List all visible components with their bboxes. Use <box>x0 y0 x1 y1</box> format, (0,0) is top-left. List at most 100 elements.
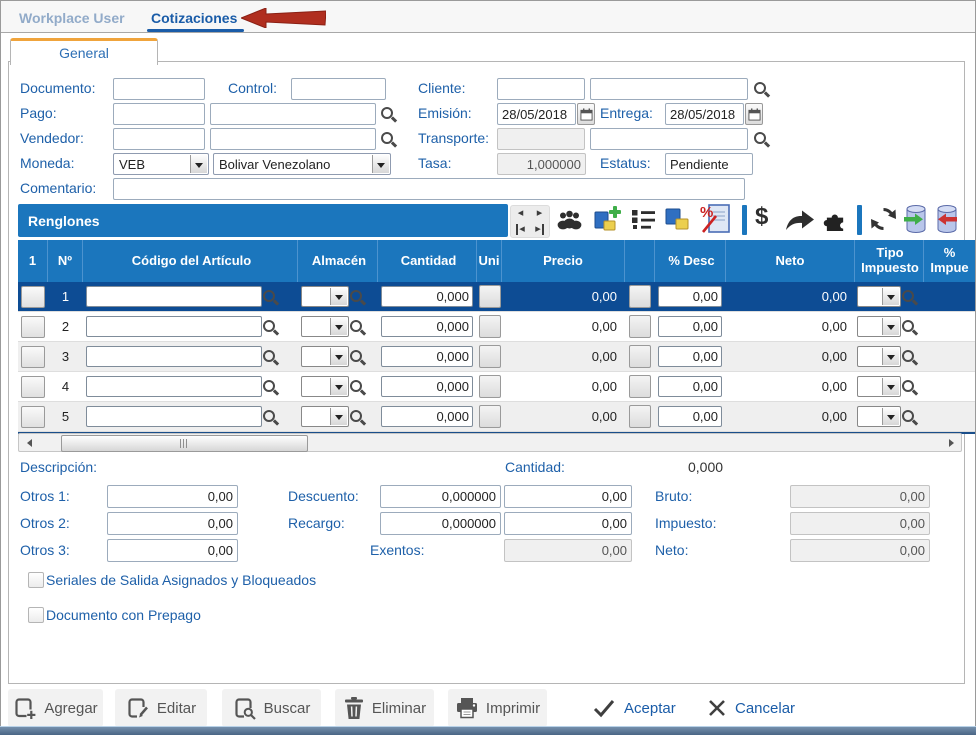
moneda-code-dropdown[interactable]: VEB <box>113 153 209 175</box>
almacen-dropdown[interactable] <box>301 346 349 367</box>
tab-workplace-user[interactable]: Workplace User <box>19 10 125 26</box>
tipo-impuesto-search-icon[interactable] <box>901 289 917 305</box>
chevron-down-icon[interactable] <box>882 318 899 335</box>
desc-pct-input[interactable] <box>658 316 722 337</box>
aceptar-button[interactable]: Aceptar <box>592 689 676 727</box>
transporte-name-input[interactable] <box>590 128 748 150</box>
moneda-name-dropdown[interactable]: Bolivar Venezolano <box>213 153 391 175</box>
desc-pct-input[interactable] <box>658 376 722 397</box>
unidad-cell[interactable] <box>479 345 501 368</box>
almacen-search-icon[interactable] <box>349 289 365 305</box>
codigo-articulo-input[interactable] <box>86 316 262 337</box>
imprimir-button[interactable]: Imprimir <box>448 689 547 727</box>
almacen-search-icon[interactable] <box>349 349 365 365</box>
transporte-code-input[interactable] <box>497 128 585 150</box>
clients-icon[interactable] <box>556 210 583 230</box>
codigo-search-icon[interactable] <box>262 409 278 425</box>
tipo-impuesto-search-icon[interactable] <box>901 349 917 365</box>
tab-cotizaciones[interactable]: Cotizaciones <box>151 10 237 26</box>
grid-horizontal-scrollbar[interactable] <box>18 433 962 452</box>
almacen-dropdown[interactable] <box>301 316 349 337</box>
codigo-search-icon[interactable] <box>262 349 278 365</box>
descuento-pct-input[interactable] <box>380 485 501 508</box>
cliente-name-input[interactable] <box>590 78 748 100</box>
chevron-down-icon[interactable] <box>882 378 899 395</box>
grid-row[interactable]: 20,000,00 <box>18 312 976 342</box>
row-selector[interactable] <box>21 346 45 368</box>
cantidad-input[interactable] <box>381 346 473 367</box>
editar-button[interactable]: Editar <box>115 689 207 727</box>
tipo-impuesto-dropdown[interactable] <box>857 376 901 397</box>
desc-pct-input[interactable] <box>658 406 722 427</box>
blank-cell[interactable] <box>629 345 651 368</box>
chevron-down-icon[interactable] <box>330 378 347 395</box>
record-navigation-icons[interactable]: ◂ ▸ ◂ ▸ <box>510 205 550 238</box>
prepago-checkbox[interactable] <box>28 607 44 623</box>
scrollbar-thumb[interactable] <box>61 435 308 452</box>
cantidad-input[interactable] <box>381 286 473 307</box>
vendedor-name-input[interactable] <box>210 128 376 150</box>
codigo-search-icon[interactable] <box>262 319 278 335</box>
item-list-icon[interactable] <box>631 209 656 230</box>
almacen-search-icon[interactable] <box>349 379 365 395</box>
database-import-icon[interactable] <box>903 204 929 234</box>
grid-row[interactable]: 50,000,00 <box>18 402 976 432</box>
otros1-input[interactable] <box>107 485 238 508</box>
chevron-down-icon[interactable] <box>882 348 899 365</box>
row-selector[interactable] <box>21 286 45 308</box>
chevron-down-icon[interactable] <box>330 348 347 365</box>
buscar-button[interactable]: Buscar <box>222 689 321 727</box>
estatus-input[interactable] <box>665 153 753 175</box>
grid-row[interactable]: 40,000,00 <box>18 372 976 402</box>
refresh-icon[interactable] <box>869 205 898 233</box>
unidad-cell[interactable] <box>479 405 501 428</box>
cantidad-input[interactable] <box>381 406 473 427</box>
currency-icon[interactable]: $ <box>755 203 768 231</box>
recargo-pct-input[interactable] <box>380 512 501 535</box>
tipo-impuesto-dropdown[interactable] <box>857 286 901 307</box>
vendedor-search-icon[interactable] <box>380 131 396 147</box>
otros2-input[interactable] <box>107 512 238 535</box>
tipo-impuesto-dropdown[interactable] <box>857 316 901 337</box>
unidad-cell[interactable] <box>479 285 501 308</box>
pago-code-input[interactable] <box>113 103 205 125</box>
vendedor-code-input[interactable] <box>113 128 205 150</box>
emision-date-input[interactable] <box>497 103 576 125</box>
chevron-down-icon[interactable] <box>330 318 347 335</box>
desc-pct-input[interactable] <box>658 346 722 367</box>
tab-general[interactable]: General <box>10 38 158 65</box>
cantidad-input[interactable] <box>381 316 473 337</box>
last-record-icon[interactable]: ▸ <box>535 224 544 235</box>
almacen-search-icon[interactable] <box>349 319 365 335</box>
tipo-impuesto-search-icon[interactable] <box>901 319 917 335</box>
recargo-monto-input[interactable] <box>504 512 632 535</box>
entrega-date-input[interactable] <box>665 103 744 125</box>
tipo-impuesto-dropdown[interactable] <box>857 406 901 427</box>
scroll-left-icon[interactable] <box>19 434 35 451</box>
almacen-dropdown[interactable] <box>301 286 349 307</box>
seriales-checkbox[interactable] <box>28 572 44 588</box>
row-selector[interactable] <box>21 376 45 398</box>
grid-row[interactable]: 10,000,00 <box>18 282 976 312</box>
descuento-monto-input[interactable] <box>504 485 632 508</box>
codigo-articulo-input[interactable] <box>86 286 262 307</box>
first-record-icon[interactable]: ◂ <box>516 224 525 235</box>
control-input[interactable] <box>291 78 386 100</box>
emision-calendar-icon[interactable] <box>577 103 595 125</box>
codigo-search-icon[interactable] <box>262 379 278 395</box>
chevron-down-icon[interactable] <box>882 288 899 305</box>
next-record-icon[interactable]: ▸ <box>537 208 543 219</box>
chevron-down-icon[interactable] <box>330 288 347 305</box>
codigo-articulo-input[interactable] <box>86 346 262 367</box>
blank-cell[interactable] <box>629 285 651 308</box>
unidad-cell[interactable] <box>479 375 501 398</box>
documento-input[interactable] <box>113 78 205 100</box>
transporte-search-icon[interactable] <box>753 131 769 147</box>
tipo-impuesto-dropdown[interactable] <box>857 346 901 367</box>
database-export-icon[interactable] <box>934 204 960 234</box>
tipo-impuesto-search-icon[interactable] <box>901 379 917 395</box>
desc-pct-input[interactable] <box>658 286 722 307</box>
prev-record-icon[interactable]: ◂ <box>518 208 524 219</box>
almacen-search-icon[interactable] <box>349 409 365 425</box>
plugin-icon[interactable] <box>823 209 848 232</box>
